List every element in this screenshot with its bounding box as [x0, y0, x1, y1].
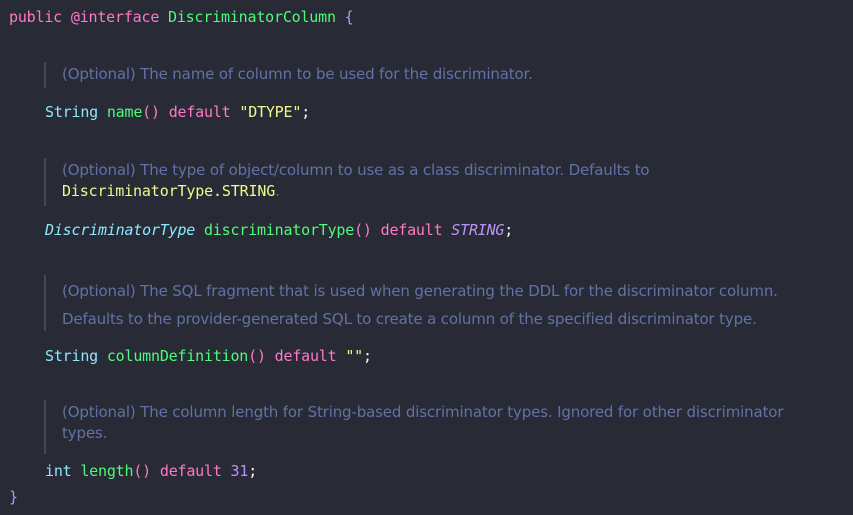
doc-line: types. — [62, 424, 108, 442]
semicolon: ; — [301, 103, 311, 121]
doc-tail: . — [275, 182, 280, 200]
doc-line: (Optional) The type of object/column to … — [62, 161, 650, 179]
interface-declaration: public @interface DiscriminatorColumn { — [9, 7, 354, 27]
code-editor[interactable]: public @interface DiscriminatorColumn { … — [0, 0, 853, 515]
close-brace: } — [9, 488, 18, 506]
doc-line: Defaults to the provider-generated SQL t… — [62, 310, 757, 328]
method-name: length — [80, 462, 134, 480]
return-type: String — [45, 103, 98, 121]
doc-line: DiscriminatorType.STRING. — [62, 181, 649, 202]
default-value: STRING — [451, 221, 505, 239]
closing-brace-line: } — [9, 487, 18, 507]
default-value: "" — [345, 347, 363, 365]
default-keyword: default — [274, 347, 337, 365]
semicolon: ; — [363, 347, 372, 365]
default-keyword: default — [168, 103, 231, 121]
method-parens: () — [354, 221, 372, 239]
doc-line: (Optional) The SQL fragment that is used… — [62, 282, 778, 300]
open-brace: { — [344, 8, 354, 26]
method-parens: () — [142, 103, 160, 121]
default-value: "DTYPE" — [239, 103, 302, 121]
doc-code-reference: DiscriminatorType.STRING — [62, 182, 276, 200]
return-type: int — [45, 462, 72, 480]
interface-name: DiscriminatorColumn — [168, 8, 336, 26]
method-name: columnDefinition — [106, 347, 249, 365]
javadoc-length: (Optional) The column length for String-… — [44, 400, 784, 454]
javadoc-column-definition: (Optional) The SQL fragment that is used… — [44, 275, 778, 331]
member-length: int length() default 31; — [45, 461, 257, 481]
semicolon: ; — [248, 462, 258, 480]
default-value: 31 — [230, 462, 249, 480]
interface-keyword: interface — [79, 8, 160, 26]
method-parens: () — [133, 462, 152, 480]
method-name: name — [106, 103, 143, 121]
return-type: DiscriminatorType — [45, 221, 196, 239]
member-name: String name() default "DTYPE"; — [45, 102, 310, 122]
javadoc-name: (Optional) The name of column to be used… — [44, 62, 533, 88]
default-keyword: default — [159, 462, 222, 480]
method-parens: () — [248, 347, 266, 365]
member-discriminator-type: DiscriminatorType discriminatorType() de… — [45, 220, 513, 240]
default-keyword: default — [380, 221, 443, 239]
javadoc-discriminator-type: (Optional) The type of object/column to … — [44, 158, 650, 206]
doc-line: (Optional) The column length for String-… — [62, 403, 784, 421]
member-column-definition: String columnDefinition() default ""; — [45, 346, 372, 366]
at-symbol: @ — [70, 8, 80, 26]
public-keyword: public — [9, 8, 62, 26]
doc-line: (Optional) The name of column to be used… — [62, 65, 533, 83]
return-type: String — [45, 347, 98, 365]
method-name: discriminatorType — [203, 221, 355, 239]
semicolon: ; — [504, 221, 514, 239]
